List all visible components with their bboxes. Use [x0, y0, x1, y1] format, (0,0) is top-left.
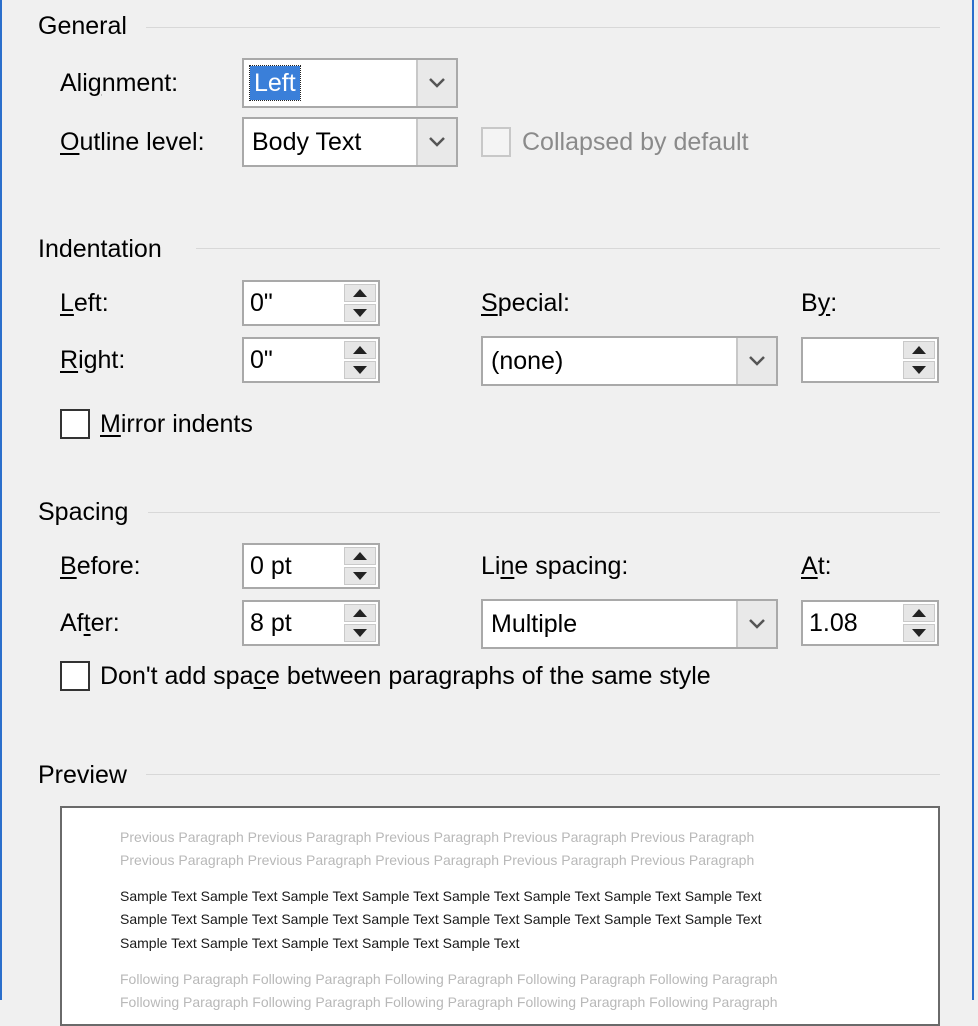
triangle-up-icon: [912, 609, 926, 617]
outline-level-dropdown-button[interactable]: [416, 119, 456, 165]
spacing-before-increment-button[interactable]: [344, 547, 376, 565]
at-increment-button[interactable]: [903, 604, 935, 622]
outline-level-value: Body Text: [252, 127, 362, 156]
by-spinner[interactable]: [801, 337, 939, 383]
indentation-divider: [196, 248, 940, 249]
preview-following-line: Following Paragraph Following Paragraph …: [120, 994, 778, 1010]
general-divider: [146, 27, 940, 28]
chevron-down-icon: [429, 137, 445, 147]
chevron-down-icon: [749, 619, 765, 629]
indent-right-decrement-button[interactable]: [344, 361, 376, 379]
spacing-after-decrement-button[interactable]: [344, 624, 376, 642]
indent-right-increment-button[interactable]: [344, 341, 376, 359]
alignment-label: Alignment:: [60, 69, 179, 97]
indent-left-spinner[interactable]: 0": [242, 280, 380, 326]
triangle-up-icon: [353, 609, 367, 617]
line-spacing-value: Multiple: [491, 609, 578, 638]
alignment-dropdown[interactable]: Left: [242, 58, 458, 108]
at-spinner[interactable]: 1.08: [801, 600, 939, 646]
line-spacing-dropdown-button[interactable]: [736, 601, 776, 647]
preview-previous-line: Previous Paragraph Previous Paragraph Pr…: [120, 852, 755, 868]
alignment-dropdown-button[interactable]: [416, 60, 456, 106]
preview-divider: [146, 774, 940, 775]
indent-left-label: Left:: [60, 289, 109, 317]
spacing-after-increment-button[interactable]: [344, 604, 376, 622]
before-label: Before:: [60, 552, 141, 580]
by-increment-button[interactable]: [903, 341, 935, 359]
outline-level-dropdown[interactable]: Body Text: [242, 117, 458, 167]
spacing-after-spinner[interactable]: 8 pt: [242, 600, 380, 646]
preview-box: Previous Paragraph Previous Paragraph Pr…: [60, 806, 940, 1026]
triangle-up-icon: [353, 289, 367, 297]
special-dropdown[interactable]: (none): [481, 336, 778, 386]
indent-right-label: Right:: [60, 346, 126, 374]
after-label: After:: [60, 609, 120, 637]
triangle-down-icon: [353, 366, 367, 374]
special-dropdown-button[interactable]: [736, 338, 776, 384]
window-frame-left: [0, 0, 2, 1000]
special-label: Special:: [481, 289, 570, 317]
indent-right-spinner[interactable]: 0": [242, 337, 380, 383]
triangle-up-icon: [353, 346, 367, 354]
outline-level-label: Outline level:: [60, 128, 205, 156]
mirror-indents-label: Mirror indents: [100, 410, 253, 438]
indent-right-value: 0": [250, 345, 273, 374]
spacing-section-title: Spacing: [38, 498, 129, 526]
triangle-up-icon: [912, 346, 926, 354]
triangle-down-icon: [353, 572, 367, 580]
triangle-down-icon: [912, 366, 926, 374]
preview-sample-line: Sample Text Sample Text Sample Text Samp…: [120, 935, 520, 951]
general-section-title: General: [38, 12, 127, 40]
dont-add-space-label: Don't add space between paragraphs of th…: [100, 662, 711, 690]
collapsed-by-default-label: Collapsed by default: [522, 128, 749, 156]
indent-left-value: 0": [250, 288, 273, 317]
indentation-section-title: Indentation: [38, 235, 162, 263]
triangle-down-icon: [353, 309, 367, 317]
at-label: At:: [801, 552, 832, 580]
special-value: (none): [491, 346, 564, 375]
triangle-down-icon: [353, 629, 367, 637]
spacing-divider: [148, 512, 940, 513]
preview-following-line: Following Paragraph Following Paragraph …: [120, 971, 778, 987]
preview-previous-line: Previous Paragraph Previous Paragraph Pr…: [120, 829, 755, 845]
mirror-indents-checkbox[interactable]: [60, 409, 90, 439]
collapsed-by-default-checkbox[interactable]: [481, 127, 511, 157]
spacing-before-spinner[interactable]: 0 pt: [242, 543, 380, 589]
at-value: 1.08: [809, 608, 858, 637]
indent-left-decrement-button[interactable]: [344, 304, 376, 322]
dont-add-space-checkbox[interactable]: [60, 661, 90, 691]
line-spacing-label: Line spacing:: [481, 552, 629, 580]
by-decrement-button[interactable]: [903, 361, 935, 379]
chevron-down-icon: [749, 356, 765, 366]
preview-sample-line: Sample Text Sample Text Sample Text Samp…: [120, 911, 762, 927]
window-frame-right: [972, 0, 974, 1000]
alignment-value: Left: [249, 65, 301, 101]
preview-sample-line: Sample Text Sample Text Sample Text Samp…: [120, 888, 762, 904]
triangle-up-icon: [353, 552, 367, 560]
line-spacing-dropdown[interactable]: Multiple: [481, 599, 778, 649]
spacing-before-value: 0 pt: [250, 551, 292, 580]
spacing-before-decrement-button[interactable]: [344, 567, 376, 585]
preview-section-title: Preview: [38, 761, 127, 789]
by-label: By:: [801, 289, 838, 317]
spacing-after-value: 8 pt: [250, 608, 292, 637]
triangle-down-icon: [912, 629, 926, 637]
chevron-down-icon: [429, 78, 445, 88]
at-decrement-button[interactable]: [903, 624, 935, 642]
indent-left-increment-button[interactable]: [344, 284, 376, 302]
